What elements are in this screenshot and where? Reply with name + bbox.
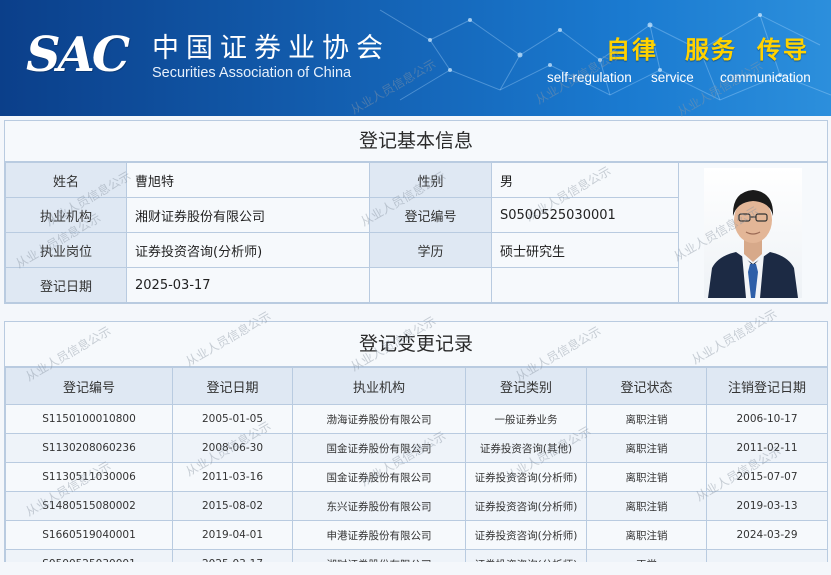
change-records-title: 登记变更记录 [5, 322, 827, 367]
name-label: 姓名 [5, 162, 127, 198]
cell-reg-date: 2015-08-02 [172, 491, 293, 521]
column-header: 注销登记日期 [706, 367, 827, 405]
column-header: 登记类别 [465, 367, 587, 405]
table-row: S1660519040001 2019-04-01 申港证券股份有限公司 证券投… [5, 520, 827, 550]
basic-info-table: 姓名 曹旭特 性别 男 执业机构 湘财证券股份有限公司 登记编号 S050052… [5, 162, 828, 303]
cell-reg-date: 2005-01-05 [172, 404, 293, 434]
cell-reg-date: 2011-03-16 [172, 462, 293, 492]
cell-status: 离职注销 [586, 462, 707, 492]
gender-value: 男 [491, 162, 679, 198]
basic-info-panel: 登记基本信息 姓名 曹旭特 性别 男 执业机构 湘财证券股份有限公司 登记编号 … [4, 120, 828, 304]
table-header-row: 登记编号 登记日期 执业机构 登记类别 登记状态 注销登记日期 [5, 367, 827, 405]
column-header: 登记状态 [586, 367, 707, 405]
change-records-table: 登记编号 登记日期 执业机构 登记类别 登记状态 注销登记日期 S1150100… [5, 367, 827, 562]
org-name-cn: 中国证券业协会 [152, 33, 390, 64]
cell-reg-date: 2008-06-30 [172, 433, 293, 463]
column-header: 登记日期 [172, 367, 293, 405]
cell-org: 湘财证券股份有限公司 [292, 549, 466, 562]
reg-no-label: 登记编号 [369, 197, 492, 233]
cell-category: 证券投资咨询(其他) [465, 433, 587, 463]
cell-cancel-date: 2011-02-11 [706, 433, 827, 463]
gender-label: 性别 [369, 162, 492, 198]
table-row: S0500525030001 2025-03-17 湘财证券股份有限公司 证券投… [5, 549, 827, 562]
cell-status: 离职注销 [586, 433, 707, 463]
cell-category: 一般证券业务 [465, 404, 587, 434]
reg-no-value: S0500525030001 [491, 197, 679, 233]
table-row: S1130511030006 2011-03-16 国金证券股份有限公司 证券投… [5, 462, 827, 492]
header-banner: SAC 中国证券业协会 Securities Association of Ch… [0, 0, 831, 116]
reg-date-label: 登记日期 [5, 267, 127, 303]
empty-cell [491, 267, 679, 303]
slogan-service: 服务 [685, 36, 737, 64]
cell-category: 证券投资咨询(分析师) [465, 491, 587, 521]
slogan-self-regulation-en: self-regulation [547, 70, 632, 85]
slogan-service-en: service [651, 70, 694, 85]
cell-category: 证券投资咨询(分析师) [465, 520, 587, 550]
change-records-panel: 登记变更记录 登记编号 登记日期 执业机构 登记类别 登记状态 注销登记日期 S… [4, 321, 828, 563]
cell-org: 申港证券股份有限公司 [292, 520, 466, 550]
education-label: 学历 [369, 232, 492, 268]
org-name-en: Securities Association of China [152, 65, 352, 81]
basic-info-title: 登记基本信息 [5, 121, 827, 162]
cell-status: 离职注销 [586, 404, 707, 434]
position-label: 执业岗位 [5, 232, 127, 268]
empty-cell [369, 267, 492, 303]
cell-cancel-date: 2006-10-17 [706, 404, 827, 434]
slogan-communication-en: communication [720, 70, 811, 85]
slogan-self-regulation: 自律 [606, 36, 658, 64]
person-photo [704, 167, 802, 298]
cell-org: 东兴证券股份有限公司 [292, 491, 466, 521]
cell-reg-no: S1130208060236 [5, 433, 173, 463]
table-row: S1130208060236 2008-06-30 国金证券股份有限公司 证券投… [5, 433, 827, 463]
cell-reg-no: S1480515080002 [5, 491, 173, 521]
cell-reg-date: 2025-03-17 [172, 549, 293, 562]
slogan-communication: 传导 [757, 36, 809, 64]
cell-reg-no: S1150100010800 [5, 404, 173, 434]
name-value: 曹旭特 [126, 162, 370, 198]
column-header: 执业机构 [292, 367, 466, 405]
cell-cancel-date: 2015-07-07 [706, 462, 827, 492]
sac-logo: SAC [26, 27, 130, 83]
cell-org: 国金证券股份有限公司 [292, 433, 466, 463]
page-bottom-strip [0, 562, 831, 575]
table-row: S1480515080002 2015-08-02 东兴证券股份有限公司 证券投… [5, 491, 827, 521]
education-value: 硕士研究生 [491, 232, 679, 268]
photo-cell [678, 162, 828, 303]
table-row: S1150100010800 2005-01-05 渤海证券股份有限公司 一般证… [5, 404, 827, 434]
cell-org: 国金证券股份有限公司 [292, 462, 466, 492]
cell-reg-no: S1130511030006 [5, 462, 173, 492]
cell-reg-no: S1660519040001 [5, 520, 173, 550]
cell-category: 证券投资咨询(分析师) [465, 549, 587, 562]
cell-reg-no: S0500525030001 [5, 549, 173, 562]
reg-date-value: 2025-03-17 [126, 267, 370, 303]
cell-category: 证券投资咨询(分析师) [465, 462, 587, 492]
org-value: 湘财证券股份有限公司 [126, 197, 370, 233]
cell-org: 渤海证券股份有限公司 [292, 404, 466, 434]
column-header: 登记编号 [5, 367, 173, 405]
cell-status: 离职注销 [586, 520, 707, 550]
cell-status: 离职注销 [586, 491, 707, 521]
cell-cancel-date [706, 549, 827, 562]
position-value: 证券投资咨询(分析师) [126, 232, 370, 268]
org-label: 执业机构 [5, 197, 127, 233]
cell-reg-date: 2019-04-01 [172, 520, 293, 550]
cell-cancel-date: 2024-03-29 [706, 520, 827, 550]
cell-status: 正常 [586, 549, 707, 562]
cell-cancel-date: 2019-03-13 [706, 491, 827, 521]
